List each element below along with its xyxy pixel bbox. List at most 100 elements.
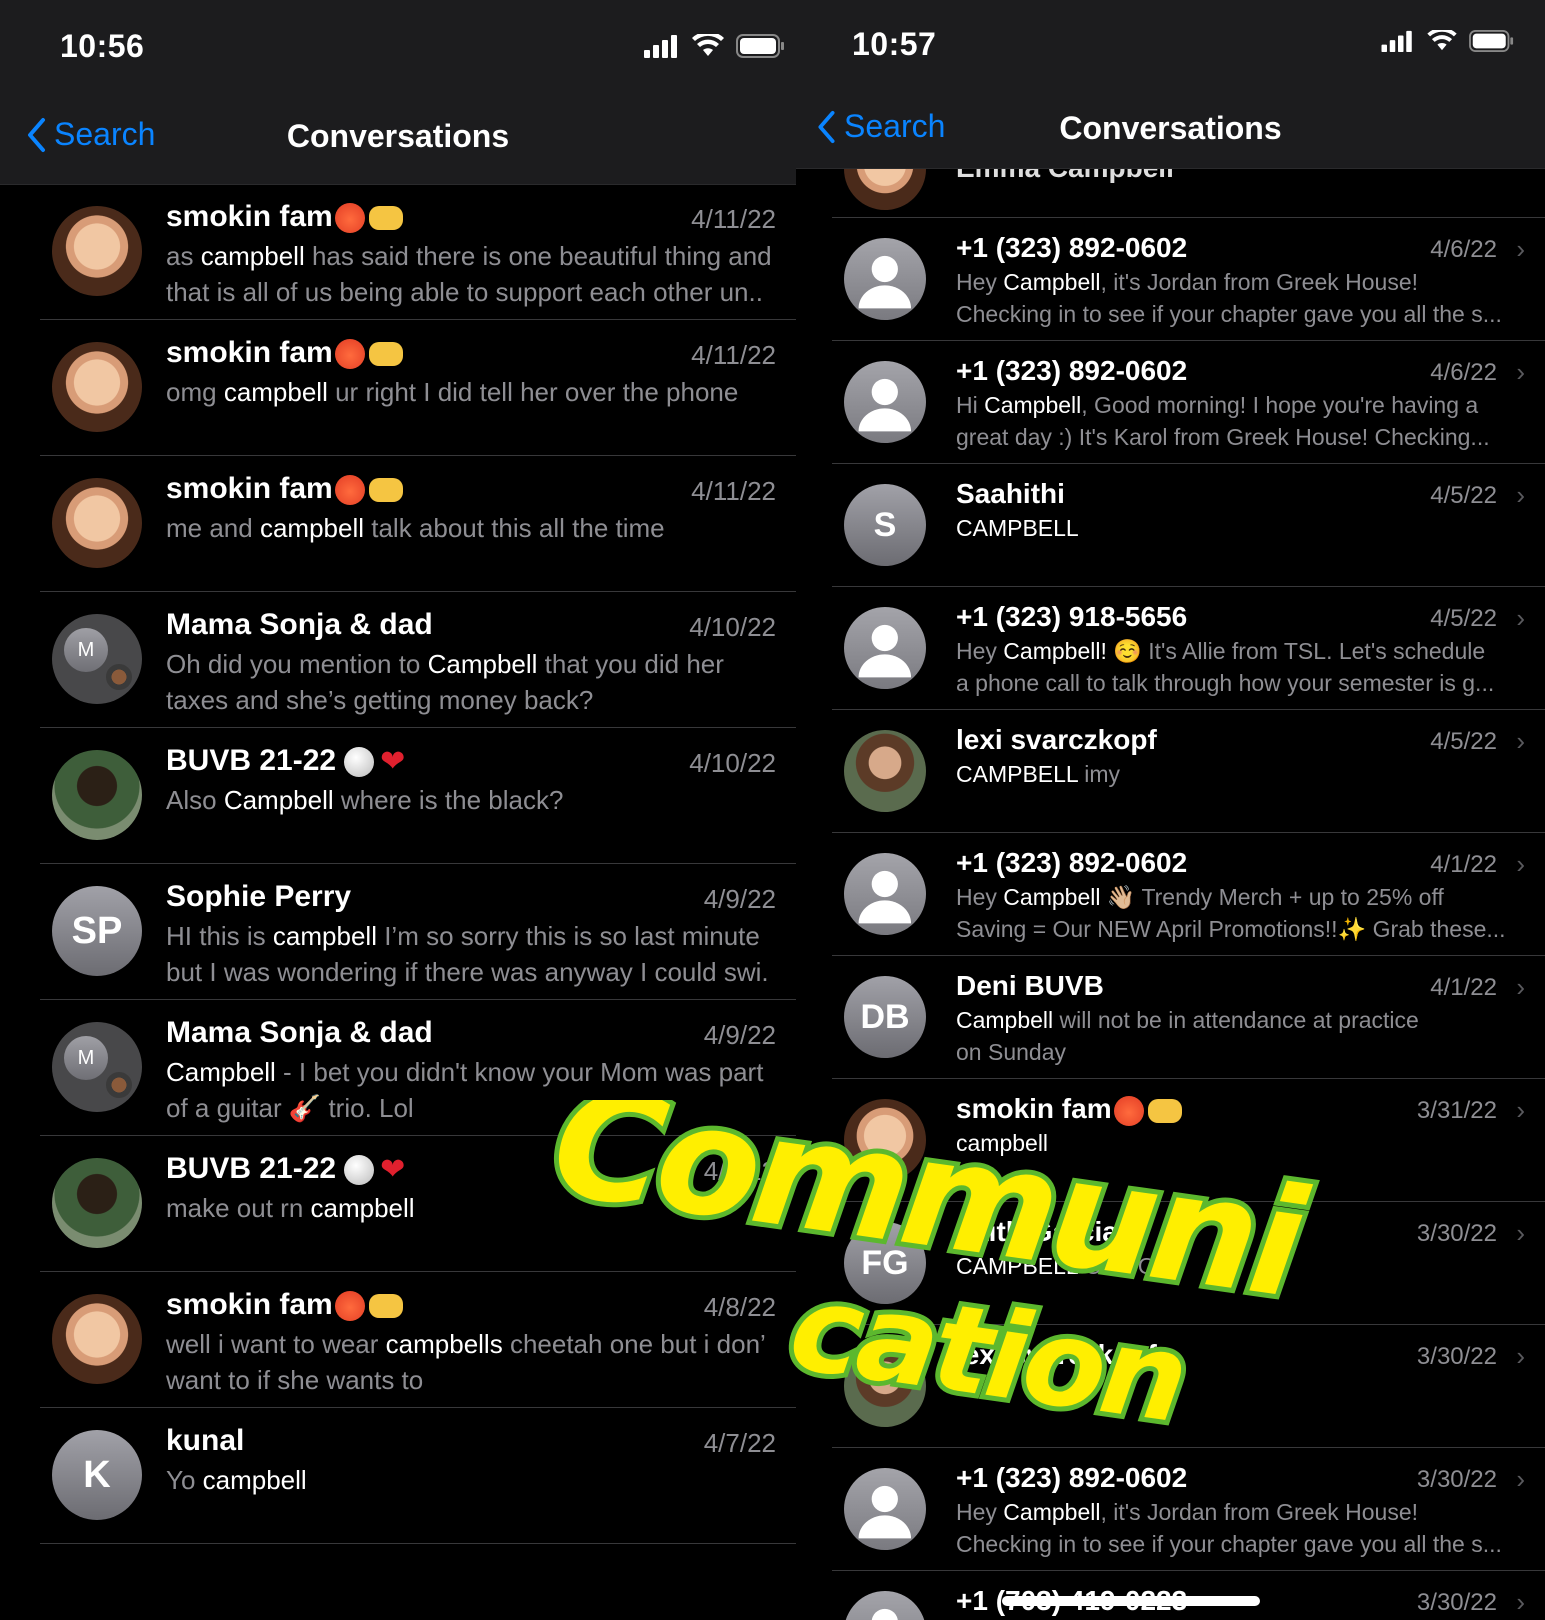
avatar <box>844 730 926 812</box>
message-text: me and <box>166 513 260 543</box>
conversation-row[interactable]: smokin fam 4/11/22 as campbell has said th… <box>0 184 796 320</box>
conversation-list: smokin fam 4/11/22 as campbell has said th… <box>0 184 796 1544</box>
heart-emoji-icon: ❤ <box>380 1153 406 1187</box>
contact-name-text: smokin fam <box>166 472 333 505</box>
highlighted-keyword: campbell <box>202 1465 307 1495</box>
message-date: 4/5/22 <box>1430 728 1497 755</box>
contact-name-text: smokin fam <box>166 336 333 369</box>
conversation-row[interactable]: lexi svarczkopf 3/30/22 › <box>796 1325 1545 1448</box>
highlighted-keyword: Campbell <box>166 1057 276 1087</box>
status-icons <box>1381 30 1515 52</box>
avatar-initials: FG <box>861 1243 909 1282</box>
conversation-row[interactable]: smokin fam 4/11/22 me and campbell talk ab… <box>0 456 796 592</box>
message-text: Oh did you mention to <box>166 649 428 679</box>
highlighted-keyword: campbell <box>272 921 377 951</box>
message-line: Hey Campbell! ☺️ It's Allie from TSL. Le… <box>956 635 1531 667</box>
message-line: Hi Campbell, Good morning! I hope you're… <box>956 389 1531 421</box>
message-date: 4/11/22 <box>691 340 776 370</box>
message-text: , Good morning! I hope you're having a <box>1081 392 1479 418</box>
conversation-row[interactable]: S Saahithi 4/5/22 › CAMPBELL <box>796 464 1545 587</box>
message-text: - I bet you didn't know your Mom was par… <box>275 1057 764 1087</box>
contact-name: smokin fam <box>166 336 403 370</box>
conversation-row[interactable]: FG Faith Garcia 3/30/22 › CAMPBELL OOOO <box>796 1202 1545 1325</box>
message-preview: Oh did you mention to Campbell that you … <box>166 646 796 718</box>
message-text: OOOO <box>1077 1253 1156 1279</box>
conversation-row[interactable]: smokin fam 3/31/22 › campbell <box>796 1079 1545 1202</box>
conversation-row[interactable]: +1 (323) 892-0602 4/6/22 › Hi Campbell, Goo… <box>796 341 1545 464</box>
contact-name: smokin fam <box>956 1093 1182 1126</box>
highlighted-keyword: Campbell <box>984 392 1082 418</box>
avatar <box>844 1345 926 1427</box>
message-preview: Campbell - I bet you didn't know your Mo… <box>166 1054 796 1126</box>
avatar <box>844 853 926 935</box>
message-text: as <box>166 241 201 271</box>
person-icon <box>858 625 912 678</box>
message-line: Hey Campbell 👋🏼 Trendy Merch + up to 25%… <box>956 881 1531 913</box>
chevron-right-icon: › <box>1516 480 1525 510</box>
message-line: but I was wondering if there was anyway … <box>166 954 796 990</box>
contact-name: Sophie Perry <box>166 880 351 914</box>
conversation-row[interactable]: M Mama Sonja & dad 4/10/22 Oh did you menti… <box>0 592 796 728</box>
avatar-member-initial: M <box>64 628 108 672</box>
conversation-row[interactable]: +1 (323) 892-0602 4/6/22 › Hey Campbell, it… <box>796 218 1545 341</box>
message-preview: Hey Campbell 👋🏼 Trendy Merch + up to 25%… <box>956 881 1531 945</box>
message-date: 4/7/22 <box>703 1428 776 1458</box>
message-text: Also <box>166 785 224 815</box>
avatar <box>844 238 926 320</box>
message-text: of a guitar 🎸 trio. Lol <box>166 1093 414 1123</box>
message-preview: Hey Campbell, it's Jordan from Greek Hou… <box>956 1496 1531 1560</box>
contact-name: smokin fam <box>166 472 403 506</box>
highlighted-keyword: campbell <box>259 513 365 543</box>
message-text: Yo <box>166 1465 203 1495</box>
chevron-right-icon: › <box>1516 972 1525 1002</box>
highlighted-keyword: campbell <box>223 377 328 407</box>
message-preview: well i want to wear campbells cheetah on… <box>166 1326 796 1398</box>
message-text: imy <box>1077 761 1121 787</box>
chevron-right-icon: › <box>1516 726 1525 756</box>
conversation-row[interactable]: BUVB 21-22 ❤ 4/8/22 make out rn campbell <box>0 1136 796 1272</box>
avatar-initials: S <box>873 505 897 544</box>
conversation-row[interactable]: SP Sophie Perry 4/9/22 HI this is campbell … <box>0 864 796 1000</box>
conversation-row-partial[interactable]: Emma Campbell <box>796 128 1545 218</box>
conversation-row[interactable]: DB Deni BUVB 4/1/22 › Campbell will not be i… <box>796 956 1545 1079</box>
message-text: but I was wondering if there was anyway … <box>166 957 769 987</box>
left-screenshot: 10:56 Search Conversations smokin fam 4/1… <box>0 0 796 1620</box>
message-text: HI this is <box>166 921 273 951</box>
contact-name-text: kunal <box>166 1424 245 1457</box>
conversation-row[interactable]: Kkunal 4/7/22 Yo campbell <box>0 1408 796 1544</box>
cellular-signal-icon <box>1381 30 1412 52</box>
conversation-row[interactable]: +1 (323) 918-5656 4/5/22 › Hey Campbell! ☺️… <box>796 587 1545 710</box>
message-preview: campbell <box>956 1127 1531 1159</box>
contact-name-text: Saahithi <box>956 478 1065 509</box>
highlighted-keyword: campbell <box>956 1130 1049 1156</box>
avatar <box>844 1468 926 1550</box>
message-preview: as campbell has said there is one beauti… <box>166 238 796 310</box>
message-text: a phone call to talk through how your se… <box>956 670 1495 696</box>
avatar-member-initial: M <box>64 1036 108 1080</box>
contact-name-text: Deni BUVB <box>956 970 1104 1001</box>
conversation-row[interactable]: +1 (323) 892-0602 3/30/22 › Hey Campbell, i… <box>796 1448 1545 1571</box>
contact-name: Saahithi <box>956 478 1065 510</box>
conversation-row[interactable]: M Mama Sonja & dad 4/9/22 Campbell - I bet … <box>0 1000 796 1136</box>
conversation-row[interactable]: smokin fam 4/11/22 omg campbell ur right I… <box>0 320 796 456</box>
face-emoji-icon <box>334 475 365 506</box>
conversation-row[interactable]: +1 (323) 892-0602 4/1/22 › Hey Campbell 👋🏼 … <box>796 833 1545 956</box>
message-text: Saving = Our NEW April Promotions!!✨ Gra… <box>956 916 1506 942</box>
navigation-bar: Search Conversations <box>796 90 1545 169</box>
avatar <box>844 1591 926 1620</box>
message-text: make out rn <box>166 1193 311 1223</box>
message-preview: CAMPBELL OOOO <box>956 1250 1531 1282</box>
conversation-row[interactable]: BUVB 21-22 ❤ 4/10/22 Also Campbell where is… <box>0 728 796 864</box>
ball-emoji-icon <box>344 747 375 778</box>
message-date: 3/30/22 <box>1416 1466 1497 1493</box>
highlighted-keyword: campbell <box>200 241 305 271</box>
status-bar: 10:57 <box>796 0 1545 90</box>
contact-name: BUVB 21-22 ❤ <box>166 1152 410 1186</box>
message-line: a phone call to talk through how your se… <box>956 667 1531 699</box>
contact-name: lexi svarczkopf <box>956 1339 1157 1371</box>
message-text: that you did her <box>537 649 724 679</box>
conversation-row[interactable]: lexi svarczkopf 4/5/22 › CAMPBELL imy <box>796 710 1545 833</box>
contact-name-text: +1 (323) 892-0602 <box>956 1462 1188 1493</box>
conversation-row[interactable]: smokin fam 4/8/22 well i want to wear camp… <box>0 1272 796 1408</box>
contact-name: Mama Sonja & dad <box>166 608 433 642</box>
